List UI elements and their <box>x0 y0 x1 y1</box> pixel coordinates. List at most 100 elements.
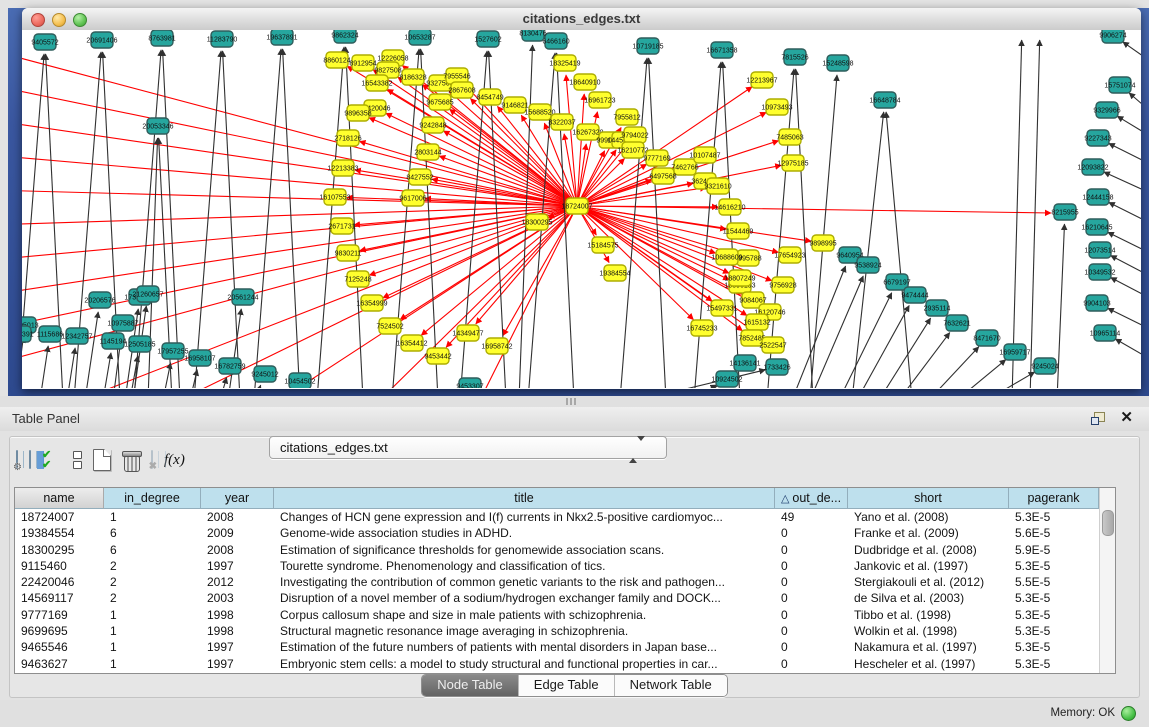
graph-node[interactable]: 7125248 <box>344 271 371 287</box>
row-height-icon[interactable] <box>73 451 82 469</box>
graph-node[interactable]: 9453442 <box>424 348 451 364</box>
graph-node[interactable]: 16648784 <box>869 92 900 108</box>
graph-node[interactable]: 1527602 <box>474 31 501 47</box>
tab-network-table[interactable]: Network Table <box>614 675 727 696</box>
table-cell[interactable]: 2 <box>104 558 201 574</box>
graph-node[interactable]: 16959717 <box>999 344 1030 360</box>
table-cell[interactable]: 0 <box>775 542 848 558</box>
graph-node[interactable]: 8763981 <box>148 30 175 46</box>
graph-node[interactable]: 18300295 <box>521 214 552 230</box>
graph-node[interactable]: 9321610 <box>704 178 731 194</box>
table-cell[interactable]: Genome-wide association studies in ADHD. <box>274 525 775 541</box>
graph-node[interactable]: 15184575 <box>587 237 618 253</box>
graph-node[interactable]: 17654923 <box>774 247 805 263</box>
function-builder-icon[interactable]: f(x) <box>164 452 185 469</box>
table-cell[interactable]: 5.3E-5 <box>1009 558 1099 574</box>
graph-node[interactable]: 7485063 <box>776 129 803 145</box>
graph-node[interactable]: 14616210 <box>714 199 745 215</box>
network-graph-canvas[interactable]: 1872400718300295886012489129541222605898… <box>22 30 1141 388</box>
graph-node[interactable]: 19637891 <box>266 30 297 45</box>
graph-node[interactable]: 7955812 <box>613 109 640 125</box>
table-row[interactable]: 969969511998Structural magnetic resonanc… <box>15 623 1099 639</box>
graph-node[interactable]: 15497331 <box>706 300 737 316</box>
graph-node[interactable]: 16958742 <box>481 338 512 354</box>
table-cell[interactable]: 5.3E-5 <box>1009 509 1099 525</box>
graph-node[interactable]: 16958107 <box>184 350 215 366</box>
table-row[interactable]: 1938455462009Genome-wide association stu… <box>15 525 1099 541</box>
table-cell[interactable]: 0 <box>775 574 848 590</box>
graph-node[interactable]: 16782759 <box>214 358 245 374</box>
table-cell[interactable]: 0 <box>775 656 848 672</box>
network-table-select[interactable]: citations_edges.txt <box>269 436 667 459</box>
graph-node[interactable]: 16961723 <box>584 92 615 108</box>
new-table-icon[interactable] <box>93 449 111 471</box>
column-header-pagerank[interactable]: pagerank <box>1009 488 1099 509</box>
table-cell[interactable]: 22420046 <box>15 574 104 590</box>
table-row[interactable]: 1456911722003Disruption of a novel membe… <box>15 590 1099 606</box>
memory-ok-indicator[interactable] <box>1121 706 1136 721</box>
graph-node[interactable]: 9242848 <box>419 117 446 133</box>
table-cell[interactable]: 0 <box>775 623 848 639</box>
graph-node[interactable]: 19384554 <box>599 265 630 281</box>
graph-node[interactable]: 12213967 <box>746 72 777 88</box>
graph-node[interactable]: 7815526 <box>781 49 808 65</box>
table-cell[interactable]: 5.5E-5 <box>1009 574 1099 590</box>
graph-node[interactable]: 8186328 <box>399 69 426 85</box>
graph-node[interactable]: 9453307 <box>456 378 483 388</box>
table-cell[interactable]: 1 <box>104 607 201 623</box>
graph-node[interactable]: 9830211 <box>335 245 362 261</box>
column-header-out_de[interactable]: △out_de... <box>775 488 848 509</box>
graph-node[interactable]: 1615132 <box>743 314 770 330</box>
graph-node[interactable]: 12093822 <box>1077 159 1108 175</box>
graph-node[interactable]: 12213383 <box>327 160 358 176</box>
table-cell[interactable]: Changes of HCN gene expression and I(f) … <box>274 509 775 525</box>
table-cell[interactable]: 0 <box>775 590 848 606</box>
graph-node[interactable]: 16107553 <box>319 189 350 205</box>
graph-node[interactable]: 2803144 <box>414 144 441 160</box>
table-row[interactable]: 977716911998Corpus callosum shape and si… <box>15 607 1099 623</box>
table-cell[interactable]: 1998 <box>201 623 274 639</box>
table-cell[interactable]: 1997 <box>201 639 274 655</box>
graph-node[interactable]: 18325419 <box>549 55 580 71</box>
graph-node[interactable]: 16354999 <box>356 295 387 311</box>
graph-node[interactable]: 21260657 <box>132 286 163 302</box>
table-cell[interactable]: 2003 <box>201 590 274 606</box>
tab-edge-table[interactable]: Edge Table <box>518 675 614 696</box>
graph-node[interactable]: 12073514 <box>1084 242 1115 258</box>
graph-node[interactable]: 7524502 <box>376 318 403 334</box>
table-cell[interactable]: Structural magnetic resonance image aver… <box>274 623 775 639</box>
graph-node[interactable]: 18807249 <box>724 270 755 286</box>
graph-node[interactable]: 16543382 <box>361 75 392 91</box>
table-cell[interactable]: Yano et al. (2008) <box>848 509 1009 525</box>
graph-node[interactable]: 8215955 <box>1051 204 1078 220</box>
table-cell[interactable]: 18724007 <box>15 509 104 525</box>
network-window-titlebar[interactable]: citations_edges.txt <box>22 8 1141 31</box>
table-cell[interactable]: 0 <box>775 525 848 541</box>
table-cell[interactable]: 1 <box>104 656 201 672</box>
table-cell[interactable]: 1 <box>104 639 201 655</box>
graph-node[interactable]: 16671358 <box>706 42 737 58</box>
table-cell[interactable]: 0 <box>775 558 848 574</box>
graph-node[interactable]: 9227343 <box>1084 130 1111 146</box>
table-cell[interactable]: 0 <box>775 607 848 623</box>
table-cell[interactable]: 6 <box>104 525 201 541</box>
graph-node[interactable]: 8427552 <box>406 169 433 185</box>
table-row[interactable]: 911546021997Tourette syndrome. Phenomeno… <box>15 558 1099 574</box>
table-cell[interactable]: 14569117 <box>15 590 104 606</box>
table-cell[interactable]: Hescheler et al. (1997) <box>848 656 1009 672</box>
table-cell[interactable]: 2012 <box>201 574 274 590</box>
table-cell[interactable]: Franke et al. (2009) <box>848 525 1009 541</box>
graph-node[interactable]: 1733426 <box>763 359 790 375</box>
graph-node[interactable]: 14349477 <box>452 325 483 341</box>
graph-node[interactable]: 9538924 <box>854 257 881 273</box>
table-cell[interactable]: Estimation of significance thresholds fo… <box>274 542 775 558</box>
table-cell[interactable]: 5.3E-5 <box>1009 623 1099 639</box>
graph-node[interactable]: 9777169 <box>643 150 670 166</box>
table-cell[interactable]: Wolkin et al. (1998) <box>848 623 1009 639</box>
graph-node[interactable]: 8322037 <box>548 114 575 130</box>
graph-node[interactable]: 20206576 <box>84 292 115 308</box>
graph-node[interactable]: 14136141 <box>729 355 760 371</box>
graph-node[interactable]: 20053346 <box>142 118 173 134</box>
graph-node[interactable]: 18724007 <box>561 198 592 214</box>
column-header-short[interactable]: short <box>848 488 1009 509</box>
